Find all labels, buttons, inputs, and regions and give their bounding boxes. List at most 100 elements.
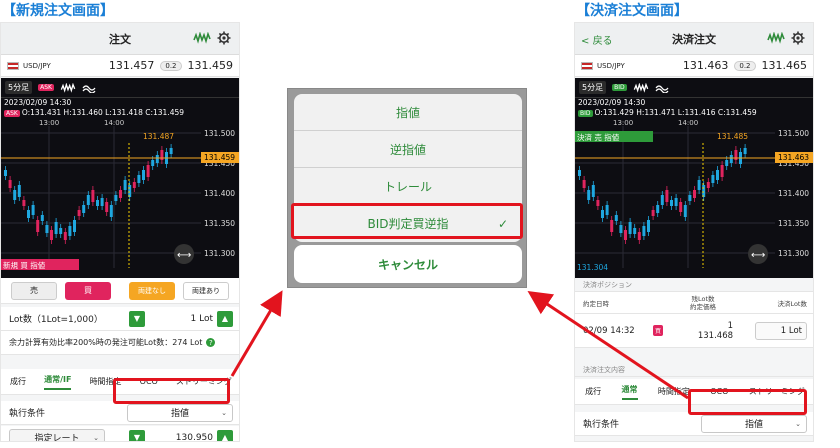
header: < 戻る 決済注文 bbox=[575, 23, 813, 55]
tab-normal-if[interactable]: 通常/IF bbox=[44, 374, 72, 390]
quote-bar: USD/JPY 131.463 0.2 131.465 bbox=[575, 55, 813, 77]
tab-normal[interactable]: 通常 bbox=[621, 384, 638, 400]
candle bbox=[587, 190, 591, 200]
tab-market[interactable]: 成行 bbox=[585, 386, 601, 397]
candle bbox=[40, 215, 44, 221]
col-lot-price: 残Lot数 約定価格 bbox=[690, 294, 716, 311]
ask-price: 131.465 bbox=[761, 59, 808, 72]
candle bbox=[137, 175, 141, 183]
candle bbox=[45, 225, 49, 233]
candle bbox=[624, 230, 627, 240]
time-label: 14:00 bbox=[678, 119, 698, 127]
signal-icon[interactable] bbox=[193, 32, 211, 44]
position-row[interactable]: 02/09 14:32 買 1 131.468 1 Lot bbox=[575, 314, 813, 348]
candle bbox=[706, 182, 710, 188]
candle bbox=[27, 210, 30, 218]
candle bbox=[716, 170, 719, 180]
candle bbox=[637, 232, 641, 240]
timeframe-selector[interactable]: 5分足 bbox=[5, 81, 33, 94]
lot-increase-button[interactable]: ▲ bbox=[217, 310, 233, 327]
low-price-label: 131.304 bbox=[577, 263, 608, 272]
candle bbox=[142, 170, 145, 180]
ask-tag[interactable]: ASK bbox=[38, 84, 54, 91]
us-flag-icon bbox=[7, 61, 19, 70]
candle bbox=[155, 155, 159, 163]
bid-price: 131.457 bbox=[108, 59, 155, 72]
rate-increase-button[interactable]: ▲ bbox=[217, 429, 233, 441]
option-trail[interactable]: トレール bbox=[294, 168, 522, 205]
currency-pair: USD/JPY bbox=[23, 61, 51, 70]
hedge-none-toggle[interactable]: 両建なし bbox=[129, 281, 175, 300]
buy-button[interactable]: 買 bbox=[65, 281, 111, 300]
candle bbox=[693, 190, 696, 198]
help-circle-icon[interactable]: ? bbox=[206, 338, 216, 347]
spread-badge: 0.2 bbox=[734, 60, 756, 71]
tab-market[interactable]: 成行 bbox=[10, 376, 26, 387]
bid-tag[interactable]: BID bbox=[612, 84, 627, 91]
spread-badge: 0.2 bbox=[160, 60, 182, 71]
candle bbox=[660, 195, 664, 205]
rate-value[interactable]: 130.950 bbox=[149, 433, 213, 442]
price-chart[interactable]: 5分足 ASK 2023/02/09 14:30 ASK O:131.431 H:… bbox=[1, 78, 239, 278]
candle bbox=[4, 170, 7, 176]
signal-icon[interactable] bbox=[633, 82, 649, 93]
gear-icon[interactable] bbox=[791, 31, 805, 45]
price-label: 131.500 bbox=[778, 129, 809, 138]
candle bbox=[619, 225, 623, 233]
hedge-yes-toggle[interactable]: 両建あり bbox=[183, 281, 229, 300]
signal-icon[interactable] bbox=[60, 82, 76, 93]
rate-type-value: 指定レート bbox=[34, 434, 80, 442]
time-label: 13:00 bbox=[613, 119, 633, 127]
candle bbox=[91, 190, 95, 202]
candle bbox=[54, 222, 58, 234]
lot-decrease-button[interactable]: ▼ bbox=[129, 310, 145, 327]
option-stop[interactable]: 逆指値 bbox=[294, 131, 522, 168]
option-limit[interactable]: 指値 bbox=[294, 94, 522, 131]
chart-datetime: 2023/02/09 14:30 bbox=[578, 98, 646, 107]
cancel-button[interactable]: キャンセル bbox=[294, 245, 522, 283]
rate-type-select[interactable]: 指定レート ⌄ bbox=[9, 428, 105, 442]
candlestick-plot: 13:00 14:00131.500131.450131.400131.35013… bbox=[575, 119, 813, 272]
candle bbox=[63, 232, 67, 240]
candle bbox=[31, 205, 35, 215]
rate-decrease-button[interactable]: ▼ bbox=[129, 429, 145, 441]
sell-button[interactable]: 売 bbox=[11, 281, 57, 300]
price-chart[interactable]: 5分足 BID 2023/02/09 14:30 BID O:131.429 H:… bbox=[575, 78, 813, 278]
price-label: 131.350 bbox=[778, 219, 809, 228]
price-label: 131.400 bbox=[778, 189, 809, 198]
tab-time[interactable]: 時間指定 bbox=[658, 386, 690, 397]
highlight-box-modal bbox=[291, 203, 523, 239]
candle bbox=[633, 228, 637, 234]
price-label: 131.350 bbox=[204, 219, 235, 228]
exec-condition-label: 執行条件 bbox=[9, 409, 46, 419]
trend-icon[interactable] bbox=[655, 83, 669, 93]
candle bbox=[674, 198, 678, 206]
lot-value[interactable]: 1 Lot bbox=[149, 314, 213, 324]
position-date: 02/09 14:32 bbox=[583, 325, 635, 336]
candle bbox=[59, 228, 63, 234]
exec-condition-select[interactable]: 指値 ⌄ bbox=[701, 414, 807, 433]
col-date: 約定日時 bbox=[583, 299, 609, 308]
candle bbox=[36, 220, 40, 232]
back-button[interactable]: < 戻る bbox=[581, 32, 613, 47]
exec-condition-label: 執行条件 bbox=[583, 420, 620, 430]
bid-price: 131.463 bbox=[682, 59, 729, 72]
candle bbox=[151, 160, 155, 166]
candle bbox=[114, 195, 118, 201]
trend-icon[interactable] bbox=[82, 83, 96, 93]
candle bbox=[601, 210, 604, 218]
signal-icon[interactable] bbox=[767, 32, 785, 44]
exec-condition-value: 指値 bbox=[170, 409, 189, 419]
price-label: 131.300 bbox=[204, 249, 235, 258]
gear-icon[interactable] bbox=[217, 31, 231, 45]
order-overlay-label: 決済 売 指値 bbox=[577, 132, 620, 142]
exec-condition-select[interactable]: 指値 ⌄ bbox=[127, 403, 233, 422]
candle bbox=[596, 200, 600, 206]
candle bbox=[582, 180, 586, 188]
candle bbox=[105, 202, 109, 212]
col-settle-lot: 決済Lot数 bbox=[777, 299, 807, 308]
page-title: 注文 bbox=[109, 32, 131, 46]
settle-lot-input[interactable]: 1 Lot bbox=[755, 321, 807, 340]
timeframe-selector[interactable]: 5分足 bbox=[579, 81, 607, 94]
candle bbox=[743, 148, 747, 154]
